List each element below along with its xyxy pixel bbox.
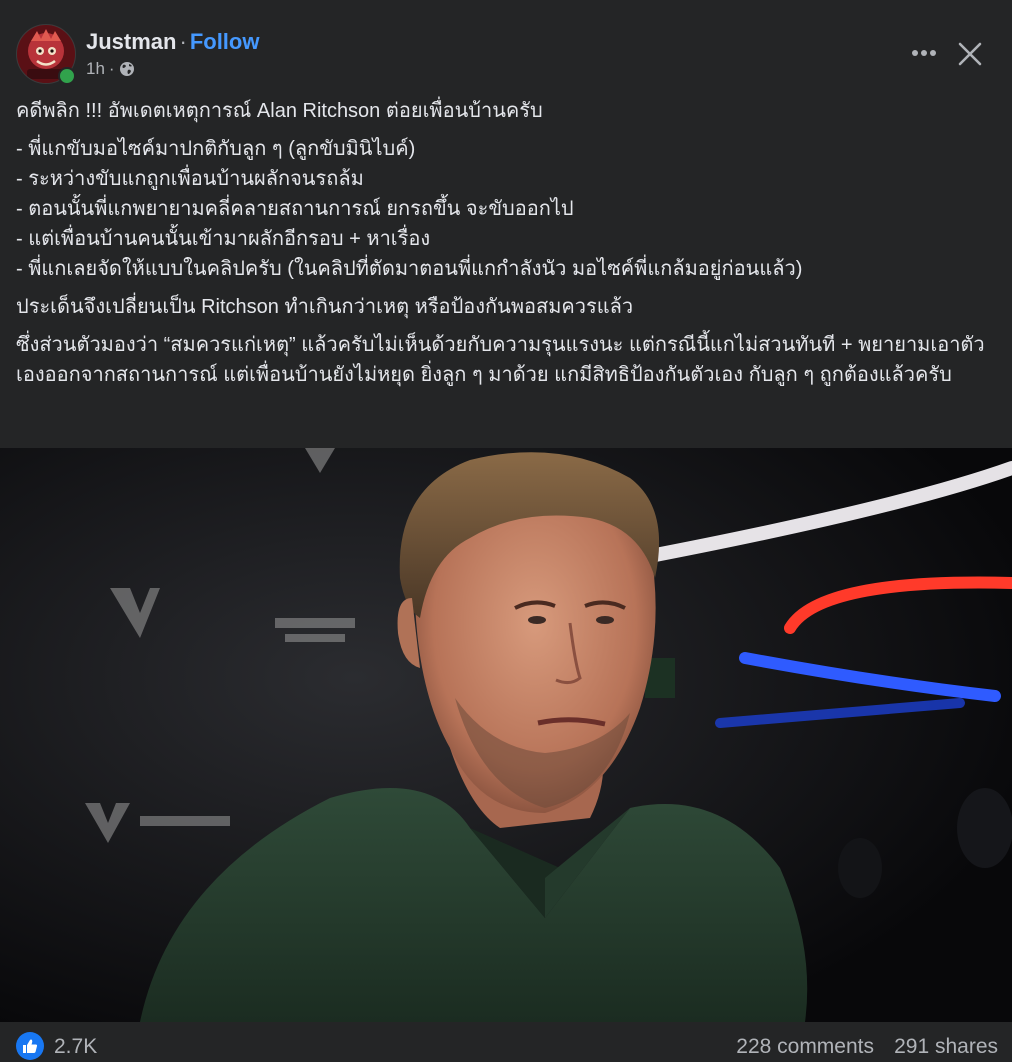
post-bullet: - แต่เพื่อนบ้านคนนั้นเข้ามาผลักอีกรอบ + … (16, 228, 431, 250)
post-paragraph: ประเด็นจึงเปลี่ยนเป็น Ritchson ทำเกินกว่… (16, 296, 634, 318)
post-headline: คดีพลิก !!! อัพเดตเหตุการณ์ Alan Ritchso… (16, 100, 543, 122)
post-header: Justman · Follow 1h · (16, 24, 996, 88)
author-separator: · (179, 29, 187, 54)
more-options-button[interactable] (906, 38, 942, 68)
post-bullet: - พี่แกเลยจัดให้แบบในคลิปครับ (ในคลิปที่… (16, 258, 803, 280)
photo-image (0, 448, 1012, 1022)
author-line: Justman · Follow (86, 28, 259, 56)
like-icon[interactable] (16, 1032, 44, 1060)
reaction-count[interactable]: 2.7K (54, 1034, 97, 1060)
post-bullet-list: - พี่แกขับมอไซค์มาปกติกับลูก ๆ (ลูกขับมิ… (16, 134, 996, 284)
post-photo[interactable] (0, 448, 1012, 1022)
shares-count[interactable]: 291 shares (894, 1034, 998, 1060)
comments-count[interactable]: 228 comments (736, 1034, 874, 1060)
close-icon (958, 42, 982, 66)
post-bullet: - พี่แกขับมอไซค์มาปกติกับลูก ๆ (ลูกขับมิ… (16, 138, 416, 160)
follow-button[interactable]: Follow (190, 29, 260, 54)
post-bullet: - ระหว่างขับแกถูกเพื่อนบ้านผลักจนรถล้ม (16, 168, 364, 190)
author-name[interactable]: Justman (86, 29, 176, 54)
post-meta: 1h · (86, 58, 135, 80)
online-status-dot (58, 67, 76, 85)
time-separator: · (108, 59, 115, 78)
post-body: คดีพลิก !!! อัพเดตเหตุการณ์ Alan Ritchso… (16, 96, 996, 398)
post-footer: 2.7K 228 comments 291 shares (0, 1022, 1012, 1062)
globe-icon[interactable] (119, 61, 135, 77)
post-paragraph: ซึ่งส่วนตัวมองว่า “สมควรแก่เหตุ” แล้วครั… (16, 334, 985, 386)
close-button[interactable] (952, 36, 988, 72)
post-card: Justman · Follow 1h · คดีพลิก !!! อัพเดต… (0, 0, 1012, 1062)
post-bullet: - ตอนนั้นพี่แกพยายามคลี่คลายสถานการณ์ ยก… (16, 198, 574, 220)
more-horizontal-icon (912, 50, 936, 56)
post-time[interactable]: 1h (86, 58, 105, 80)
